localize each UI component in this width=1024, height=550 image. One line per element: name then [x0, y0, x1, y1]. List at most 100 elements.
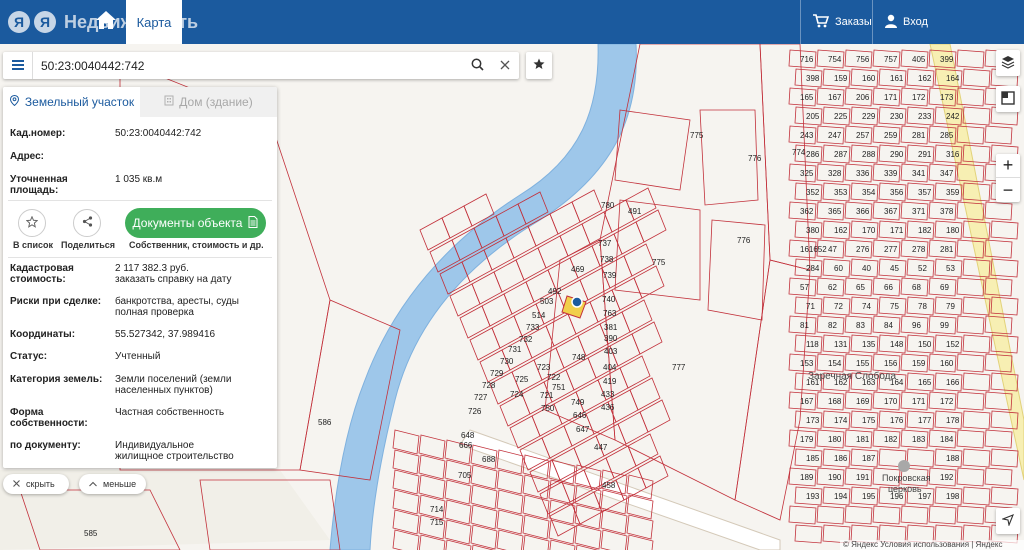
parcel-number-label: 99	[940, 321, 949, 330]
order-certificate-link[interactable]: заказать справку на дату	[115, 274, 270, 285]
fullscreen-button[interactable]	[996, 86, 1020, 112]
cadnum-value[interactable]: 50:23:0040442:742	[115, 128, 270, 139]
coordinates-value: 55.527342, 37.989416	[115, 329, 216, 340]
favorite-button[interactable]	[526, 52, 552, 79]
svg-text:Покровская: Покровская	[882, 473, 931, 483]
status-label: Статус:	[10, 351, 48, 362]
parcel-number-label: 514	[532, 311, 546, 320]
tab-land-label: Земельный участок	[24, 95, 135, 109]
status-value: Учтенный	[115, 351, 161, 362]
full-check-link[interactable]: полная проверка	[115, 307, 270, 318]
parcel-number-label: 171	[884, 93, 898, 102]
parcel-number-label: 359	[946, 188, 960, 197]
parcel-number-label: 585	[84, 529, 98, 538]
row-by-document: по документу: Индивидуальное жилищное ст…	[10, 440, 270, 464]
parcel-number-label: 164	[946, 74, 960, 83]
parcel-number-label: 172	[940, 397, 954, 406]
parcel-number-label: 436	[601, 403, 615, 412]
parcel-number-label: 156	[884, 359, 898, 368]
parcel-number-label: 738	[600, 255, 614, 264]
parcel-number-label: 756	[856, 55, 870, 64]
parcel-number-label: 341	[912, 169, 926, 178]
tab-building[interactable]: Дом (здание)	[140, 87, 277, 117]
search-button[interactable]	[463, 52, 491, 79]
clear-button[interactable]	[491, 52, 519, 79]
risks-value: банкротства, аресты, суды	[115, 296, 239, 307]
login-label: Вход	[903, 16, 928, 28]
parcel-number-label: 725	[515, 375, 529, 384]
parcel-number-label: 82	[828, 321, 837, 330]
share-button[interactable]	[73, 209, 101, 237]
fullscreen-icon	[1001, 90, 1015, 108]
parcel-number-label: 458	[602, 481, 616, 490]
parcel-number-label: 60	[834, 264, 843, 273]
parcel-number-label: 131	[834, 340, 848, 349]
parcel-number-label: 167	[828, 93, 842, 102]
geolocation-button[interactable]	[996, 508, 1020, 534]
tab-land-plot[interactable]: Земельный участок	[3, 87, 140, 117]
parcel-number-label: 419	[603, 377, 617, 386]
parcel-number-label: 191	[856, 473, 870, 482]
parcel-number-label: 185	[806, 454, 820, 463]
parcel-number-label: 276	[856, 245, 870, 254]
tab-map[interactable]: Карта	[126, 0, 182, 44]
parcel-number-label: 732	[519, 335, 533, 344]
ownership-label: Форма собственности:	[10, 407, 88, 429]
logo-mark: Я	[8, 11, 30, 33]
parcel-number-label: 154	[828, 359, 842, 368]
orders-button[interactable]: Заказы	[800, 0, 872, 44]
add-to-list-button[interactable]	[18, 209, 46, 237]
zoom-out-button[interactable]: −	[996, 178, 1020, 202]
search-input[interactable]	[33, 53, 463, 78]
parcel-number-label: 666	[459, 441, 473, 450]
parcel-number-label: 161	[890, 74, 904, 83]
actions-row: В список Поделиться Документы объекта Со…	[3, 207, 277, 257]
svg-text:Заречная Слобода: Заречная Слобода	[808, 370, 897, 382]
zoom-controls: + −	[996, 154, 1020, 202]
parcel-number-label: 757	[884, 55, 898, 64]
parcel-number-label: 161652	[800, 245, 827, 254]
hide-panel-button[interactable]: скрыть	[3, 474, 69, 494]
parcel-number-label: 777	[672, 363, 686, 372]
parcel-number-label: 71	[806, 302, 815, 311]
parcel-number-label: 729	[490, 369, 504, 378]
parcel-number-label: 722	[547, 373, 561, 382]
parcel-number-label: 188	[946, 454, 960, 463]
login-button[interactable]: Вход	[872, 0, 934, 44]
parcel-number-label: 135	[862, 340, 876, 349]
menu-button[interactable]	[3, 52, 33, 79]
parcel-number-label: 336	[856, 169, 870, 178]
parcel-number-label: 169	[856, 397, 870, 406]
parcel-number-label: 176	[890, 416, 904, 425]
share-label: Поделиться	[61, 240, 116, 250]
parcel-number-label: 148	[890, 340, 904, 349]
parcel-number-label: 647	[576, 425, 590, 434]
parcel-number-label: 162	[834, 226, 848, 235]
parcel-number-label: 750	[541, 404, 555, 413]
parcel-number-label: 160	[940, 359, 954, 368]
parcel-number-label: 749	[571, 398, 585, 407]
parcel-number-label: 405	[912, 55, 926, 64]
map-copyright[interactable]: © Яндекс Условия использования | Яндекс	[840, 540, 1024, 550]
parcel-number-label: 159	[912, 359, 926, 368]
parcel-number-label: 229	[862, 112, 876, 121]
parcel-number-label: 170	[884, 397, 898, 406]
layers-button[interactable]	[996, 50, 1020, 76]
add-to-list-label: В список	[13, 240, 53, 250]
zoom-in-button[interactable]: +	[996, 154, 1020, 178]
pin-icon	[9, 94, 20, 109]
show-less-button[interactable]: меньше	[79, 474, 146, 494]
parcel-number-label: 40	[862, 264, 871, 273]
parcel-number-label: 724	[510, 390, 524, 399]
home-icon[interactable]	[94, 9, 118, 31]
parcel-number-label: 705	[458, 471, 472, 480]
object-documents-button[interactable]: Документы объекта	[125, 208, 266, 238]
risks-label: Риски при сделке:	[10, 296, 102, 307]
parcel-number-label: 754	[828, 55, 842, 64]
parcel-number-label: 398	[806, 74, 820, 83]
parcel-number-label: 172	[912, 93, 926, 102]
parcel-number-label: 469	[571, 265, 585, 274]
parcel-number-label: 83	[856, 321, 865, 330]
area-value: 1 035 кв.м	[115, 174, 163, 185]
parcel-number-label: 153	[800, 359, 814, 368]
